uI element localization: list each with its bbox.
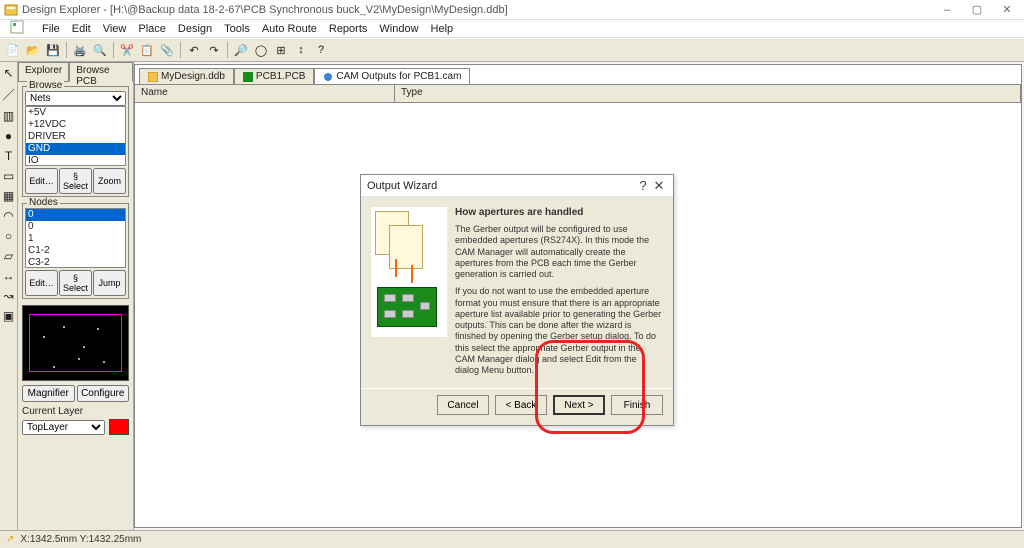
- window-title: Design Explorer - [H:\@Backup data 18-2-…: [22, 4, 936, 16]
- redo-icon[interactable]: ↷: [205, 41, 223, 59]
- fill-tool-icon[interactable]: ▦: [3, 189, 14, 203]
- zoomfit-icon[interactable]: 🔍: [91, 41, 109, 59]
- rect-tool-icon[interactable]: ▭: [3, 169, 14, 183]
- doc-icon: [10, 20, 24, 37]
- nets-edit-button[interactable]: Edit…: [25, 168, 58, 194]
- maximize-button[interactable]: ▢: [966, 1, 988, 19]
- menu-help[interactable]: Help: [431, 23, 454, 35]
- menu-edit[interactable]: Edit: [72, 23, 91, 35]
- annotation-highlight: [535, 340, 645, 434]
- route-tool-icon[interactable]: ↝: [3, 289, 13, 303]
- toolbar: 📄 📂 💾 🖨️ 🔍 ✂️ 📋 📎 ↶ ↷ 🔎 ◯ ⊞ ↕ ?: [0, 38, 1024, 62]
- line-tool-icon[interactable]: ／: [2, 86, 14, 103]
- menu-file[interactable]: File: [42, 23, 60, 35]
- wizard-close-button[interactable]: ✕: [651, 178, 667, 194]
- current-layer-label: Current Layer: [22, 406, 129, 417]
- undo-icon[interactable]: ↶: [185, 41, 203, 59]
- via-tool-icon[interactable]: ●: [5, 129, 12, 143]
- tab-browse-pcb[interactable]: Browse PCB: [69, 62, 133, 82]
- doctab-cam[interactable]: CAM Outputs for PCB1.cam: [314, 68, 470, 84]
- cam-icon: [323, 72, 333, 82]
- pcb-icon: [243, 72, 253, 82]
- tab-explorer[interactable]: Explorer: [18, 62, 69, 82]
- minimize-button[interactable]: –: [936, 1, 958, 19]
- pad-tool-icon[interactable]: ▥: [3, 109, 14, 123]
- nets-list[interactable]: +5V +12VDC DRIVER GND IO NetIC1_4 NetIC1…: [25, 106, 126, 166]
- nodes-list[interactable]: 0 0 1 C1-2 C3-2 C4-2 C5-2 C6-2: [25, 208, 126, 268]
- menu-window[interactable]: Window: [379, 23, 418, 35]
- col-name[interactable]: Name: [135, 85, 395, 102]
- new-icon[interactable]: 📄: [4, 41, 22, 59]
- vertical-toolstrip: ↖ ／ ▥ ● T ▭ ▦ ◠ ○ ▱ ↔ ↝ ▣: [0, 62, 18, 530]
- doctab-mydesign[interactable]: MyDesign.ddb: [139, 68, 234, 84]
- nodes-label: Nodes: [27, 197, 60, 208]
- menu-design[interactable]: Design: [178, 23, 212, 35]
- layer-combo[interactable]: TopLayer: [22, 420, 105, 435]
- help-icon[interactable]: ?: [312, 41, 330, 59]
- cursor-status-icon: ↗: [6, 534, 14, 545]
- print-icon[interactable]: 🖨️: [71, 41, 89, 59]
- browse-combo[interactable]: Nets: [25, 91, 126, 106]
- browse-label: Browse: [27, 80, 64, 91]
- menu-tools[interactable]: Tools: [224, 23, 250, 35]
- poly-tool-icon[interactable]: ▱: [4, 249, 13, 263]
- magnify-icon[interactable]: 🔎: [232, 41, 250, 59]
- nets-select-button[interactable]: § Select: [59, 168, 92, 194]
- wizard-image: [371, 207, 447, 337]
- pcb-preview[interactable]: [22, 305, 129, 381]
- wizard-p1: The Gerber output will be configured to …: [455, 224, 663, 280]
- list-header: Name Type: [135, 85, 1021, 103]
- open-icon[interactable]: 📂: [24, 41, 42, 59]
- ortho-icon[interactable]: ↕: [292, 41, 310, 59]
- nodes-jump-button[interactable]: Jump: [93, 270, 126, 296]
- designdb-icon: [148, 72, 158, 82]
- menu-reports[interactable]: Reports: [329, 23, 368, 35]
- wizard-help-button[interactable]: ?: [635, 178, 651, 193]
- close-button[interactable]: ✕: [996, 1, 1018, 19]
- magnifier-button[interactable]: Magnifier: [22, 385, 75, 402]
- col-type[interactable]: Type: [395, 85, 1021, 102]
- left-panel: Explorer Browse PCB Browse Nets +5V +12V…: [18, 62, 134, 530]
- app-icon: [4, 3, 18, 17]
- menu-autoroute[interactable]: Auto Route: [262, 23, 317, 35]
- cursor-tool-icon[interactable]: ↖: [3, 66, 13, 80]
- layer-swatch[interactable]: [109, 419, 129, 435]
- menu-place[interactable]: Place: [138, 23, 166, 35]
- menu-bar: File Edit View Place Design Tools Auto R…: [0, 20, 1024, 38]
- wizard-heading: How apertures are handled: [455, 207, 663, 218]
- circle-icon[interactable]: ◯: [252, 41, 270, 59]
- cut-icon[interactable]: ✂️: [118, 41, 136, 59]
- menu-view[interactable]: View: [103, 23, 127, 35]
- status-coords: X:1342.5mm Y:1432.25mm: [20, 534, 141, 545]
- text-tool-icon[interactable]: T: [5, 149, 12, 163]
- save-icon[interactable]: 💾: [44, 41, 62, 59]
- title-bar: Design Explorer - [H:\@Backup data 18-2-…: [0, 0, 1024, 20]
- nodes-select-button[interactable]: § Select: [59, 270, 92, 296]
- dim-tool-icon[interactable]: ↔: [3, 269, 15, 283]
- nets-zoom-button[interactable]: Zoom: [93, 168, 126, 194]
- wizard-cancel-button[interactable]: Cancel: [437, 395, 489, 415]
- arc-tool-icon[interactable]: ◠: [3, 209, 13, 223]
- status-bar: ↗ X:1342.5mm Y:1432.25mm: [0, 530, 1024, 548]
- configure-button[interactable]: Configure: [77, 385, 130, 402]
- nodes-group: Nodes 0 0 1 C1-2 C3-2 C4-2 C5-2 C6-2 Edi…: [22, 203, 129, 299]
- snap-icon[interactable]: ⊞: [272, 41, 290, 59]
- circle-tool-icon[interactable]: ○: [5, 229, 12, 243]
- copy-icon[interactable]: 📋: [138, 41, 156, 59]
- browse-group: Browse Nets +5V +12VDC DRIVER GND IO Net…: [22, 86, 129, 197]
- wizard-title: Output Wizard: [367, 180, 635, 192]
- doctab-pcb1[interactable]: PCB1.PCB: [234, 68, 314, 84]
- nodes-edit-button[interactable]: Edit…: [25, 270, 58, 296]
- paste-icon[interactable]: 📎: [158, 41, 176, 59]
- comp-tool-icon[interactable]: ▣: [3, 309, 14, 323]
